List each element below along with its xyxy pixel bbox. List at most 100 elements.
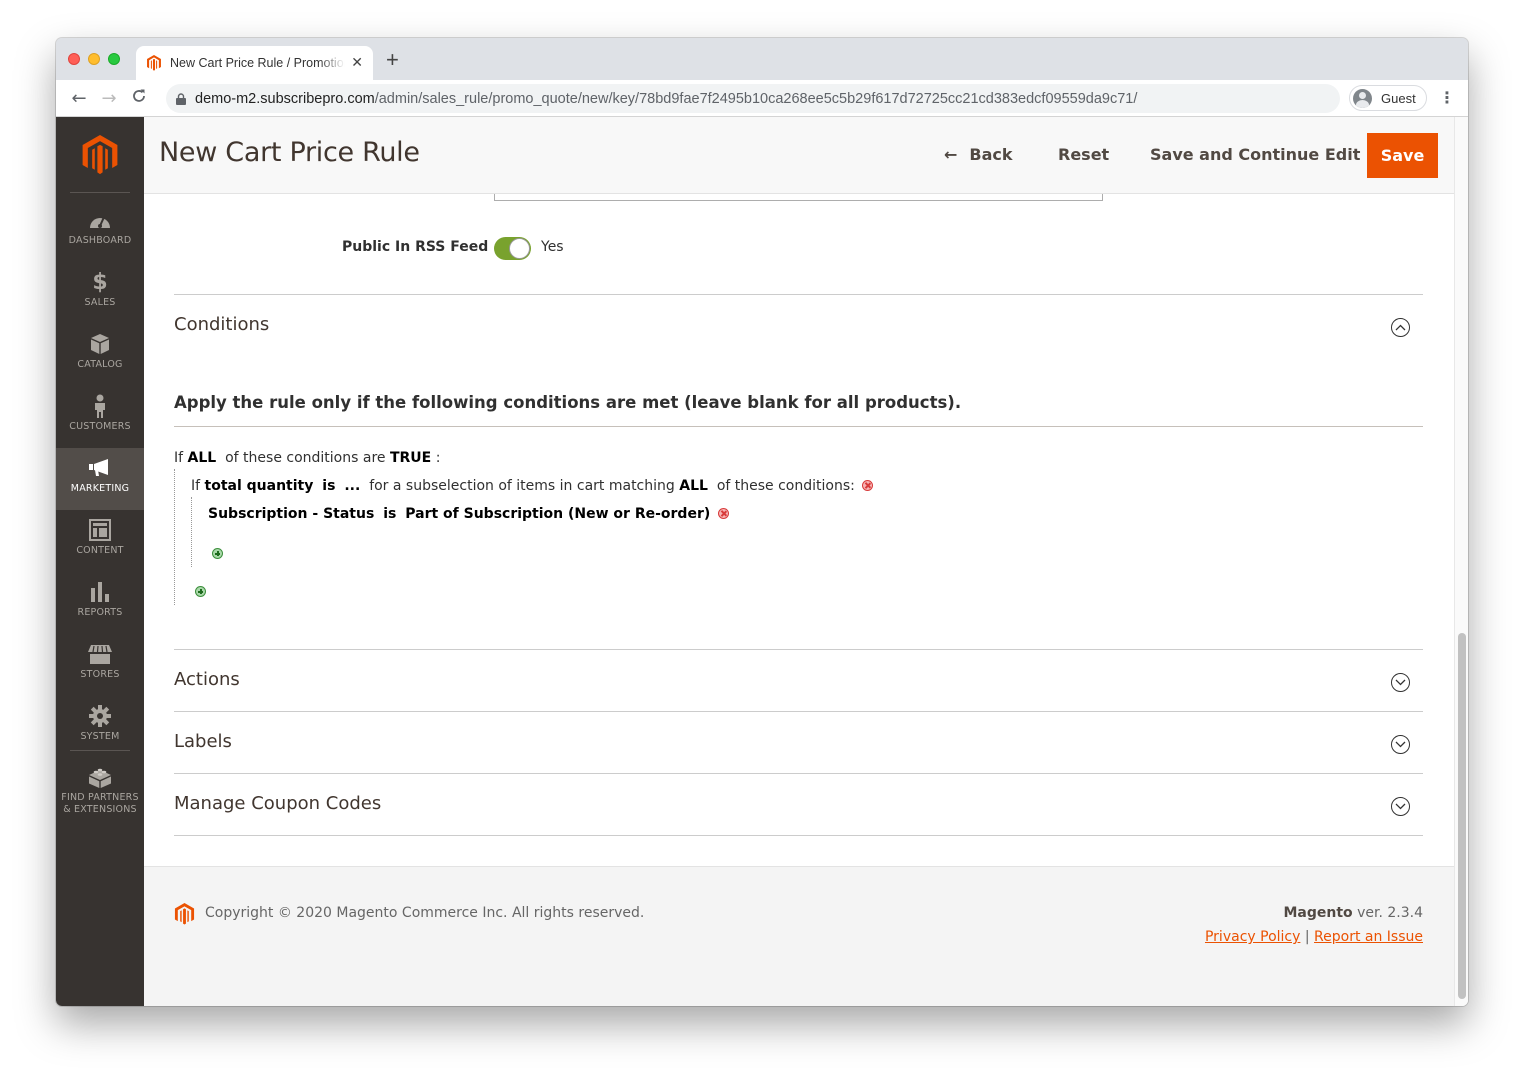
- aggregator-link[interactable]: ALL: [188, 450, 217, 466]
- forward-nav-icon[interactable]: →: [94, 88, 124, 109]
- page-title: New Cart Price Rule: [159, 137, 420, 168]
- scrollbar-thumb[interactable]: [1458, 633, 1466, 999]
- rule-text: If: [191, 478, 201, 494]
- magento-logo[interactable]: [80, 135, 120, 175]
- input-field-partial[interactable]: [494, 194, 1103, 201]
- chevron-up-icon[interactable]: [1391, 318, 1410, 337]
- window-controls: [68, 53, 120, 65]
- copyright-text: Copyright © 2020 Magento Commerce Inc. A…: [205, 905, 645, 921]
- browser-menu-icon[interactable]: ⋮: [1439, 88, 1455, 108]
- sidebar-item-customers[interactable]: CUSTOMERS: [56, 386, 144, 448]
- sidebar-item-stores[interactable]: STORES: [56, 634, 144, 696]
- close-tab-icon[interactable]: ✕: [351, 55, 363, 71]
- divider: [174, 773, 1423, 774]
- condition-tree-guide: [191, 497, 192, 567]
- report-issue-link[interactable]: Report an Issue: [1314, 929, 1423, 945]
- back-button[interactable]: ← Back: [944, 145, 1013, 164]
- sidebar-item-sales[interactable]: $ SALES: [56, 262, 144, 324]
- bar-chart-icon: [88, 580, 112, 604]
- root-condition: If ALL of these conditions are TRUE :: [174, 450, 440, 466]
- magento-admin: DASHBOARD $ SALES CATALOG CUSTOMERS MARK…: [56, 117, 1468, 1006]
- browser-toolbar: ← → demo-m2.subscribepro.com/admin/sales…: [56, 80, 1468, 117]
- chevron-down-icon[interactable]: [1391, 797, 1410, 816]
- dashboard-icon: [88, 208, 112, 232]
- sidebar-item-content[interactable]: CONTENT: [56, 510, 144, 572]
- url-path: /admin/sales_rule/promo_quote/new/key/78…: [374, 90, 1138, 107]
- subselect-condition: If total quantity is ... for a subselect…: [191, 478, 874, 494]
- main-content: Public In RSS Feed Yes Conditions Apply …: [144, 194, 1454, 1006]
- reload-icon[interactable]: [124, 88, 154, 109]
- aggregator-link[interactable]: ALL: [679, 478, 708, 494]
- admin-sidebar: DASHBOARD $ SALES CATALOG CUSTOMERS MARK…: [56, 117, 144, 1006]
- actions-section-title[interactable]: Actions: [174, 669, 240, 690]
- sidebar-item-label: MARKETING: [70, 483, 130, 494]
- coupon-codes-section-title[interactable]: Manage Coupon Codes: [174, 793, 381, 814]
- address-bar[interactable]: demo-m2.subscribepro.com/admin/sales_rul…: [166, 84, 1340, 113]
- sidebar-item-label: SALES: [84, 297, 116, 308]
- value-link[interactable]: TRUE: [390, 450, 431, 466]
- reset-button[interactable]: Reset: [1058, 145, 1109, 164]
- magento-logo: [174, 903, 195, 925]
- rule-text: If: [174, 450, 184, 466]
- browser-window: New Cart Price Rule / Promotions / Marke…: [56, 38, 1468, 1006]
- profile-name: Guest: [1381, 90, 1416, 106]
- brand-name: Magento: [1283, 905, 1353, 921]
- operator-link[interactable]: is: [322, 478, 335, 494]
- attribute-link[interactable]: total quantity: [205, 478, 314, 494]
- attribute-link[interactable]: Subscription - Status: [208, 506, 374, 522]
- tab-strip: New Cart Price Rule / Promotions / Marke…: [56, 38, 1468, 80]
- rss-feed-label: Public In RSS Feed: [342, 239, 489, 255]
- browser-tab[interactable]: New Cart Price Rule / Promotions / Marke…: [136, 46, 373, 80]
- sidebar-item-system[interactable]: SYSTEM: [56, 696, 144, 758]
- remove-condition-icon[interactable]: [862, 480, 874, 491]
- conditions-section-title[interactable]: Conditions: [174, 314, 269, 335]
- footer-links: Privacy Policy | Report an Issue: [1205, 929, 1423, 945]
- page-header: New Cart Price Rule ← Back Reset Save and…: [144, 117, 1454, 194]
- rss-feed-toggle[interactable]: [494, 237, 531, 260]
- rss-feed-value: Yes: [541, 239, 564, 255]
- back-button-label: Back: [969, 145, 1013, 164]
- maximize-window-button[interactable]: [108, 53, 120, 65]
- tab-title: New Cart Price Rule / Promotions / Marke…: [170, 56, 345, 70]
- close-window-button[interactable]: [68, 53, 80, 65]
- sidebar-item-label: CONTENT: [76, 545, 124, 556]
- sidebar-item-find-partners[interactable]: FIND PARTNERS & EXTENSIONS: [56, 757, 144, 827]
- storefront-icon: [88, 642, 112, 666]
- profile-button[interactable]: Guest: [1349, 85, 1427, 111]
- sidebar-item-label: STORES: [80, 669, 120, 680]
- sidebar-item-marketing[interactable]: MARKETING: [56, 448, 144, 510]
- url-host: demo-m2.subscribepro.com: [195, 90, 375, 107]
- value-link[interactable]: ...: [344, 478, 360, 494]
- avatar-icon: [1353, 88, 1372, 108]
- save-button[interactable]: Save: [1367, 133, 1438, 178]
- divider: [174, 835, 1423, 836]
- labels-section-title[interactable]: Labels: [174, 731, 232, 752]
- page-scrollbar[interactable]: [1454, 117, 1468, 1006]
- remove-condition-icon[interactable]: [717, 508, 729, 519]
- chevron-down-icon[interactable]: [1391, 735, 1410, 754]
- value-link[interactable]: Part of Subscription (New or Re-order): [405, 506, 710, 522]
- sidebar-item-label: FIND PARTNERS & EXTENSIONS: [61, 792, 139, 815]
- minimize-window-button[interactable]: [88, 53, 100, 65]
- privacy-policy-link[interactable]: Privacy Policy: [1205, 929, 1300, 945]
- sidebar-item-label: SYSTEM: [80, 731, 120, 742]
- chevron-down-icon[interactable]: [1391, 673, 1410, 692]
- add-condition-icon[interactable]: [195, 586, 206, 597]
- gear-icon: [88, 704, 112, 728]
- link-separator: |: [1304, 929, 1310, 945]
- dollar-icon: $: [92, 269, 108, 295]
- condition-tree-guide: [174, 469, 175, 605]
- arrow-left-icon: ←: [944, 145, 958, 164]
- sidebar-item-reports[interactable]: REPORTS: [56, 572, 144, 634]
- sidebar-item-label: CATALOG: [77, 359, 123, 370]
- page-footer: Copyright © 2020 Magento Commerce Inc. A…: [144, 866, 1454, 1006]
- save-and-continue-button[interactable]: Save and Continue Edit: [1150, 145, 1360, 164]
- sidebar-item-catalog[interactable]: CATALOG: [56, 324, 144, 386]
- sidebar-divider: [70, 192, 130, 193]
- add-condition-icon[interactable]: [212, 548, 223, 559]
- operator-link[interactable]: is: [383, 506, 396, 522]
- sidebar-item-dashboard[interactable]: DASHBOARD: [56, 200, 144, 262]
- sidebar-item-label: REPORTS: [77, 607, 123, 618]
- back-nav-icon[interactable]: ←: [64, 88, 94, 109]
- new-tab-button[interactable]: +: [386, 49, 399, 71]
